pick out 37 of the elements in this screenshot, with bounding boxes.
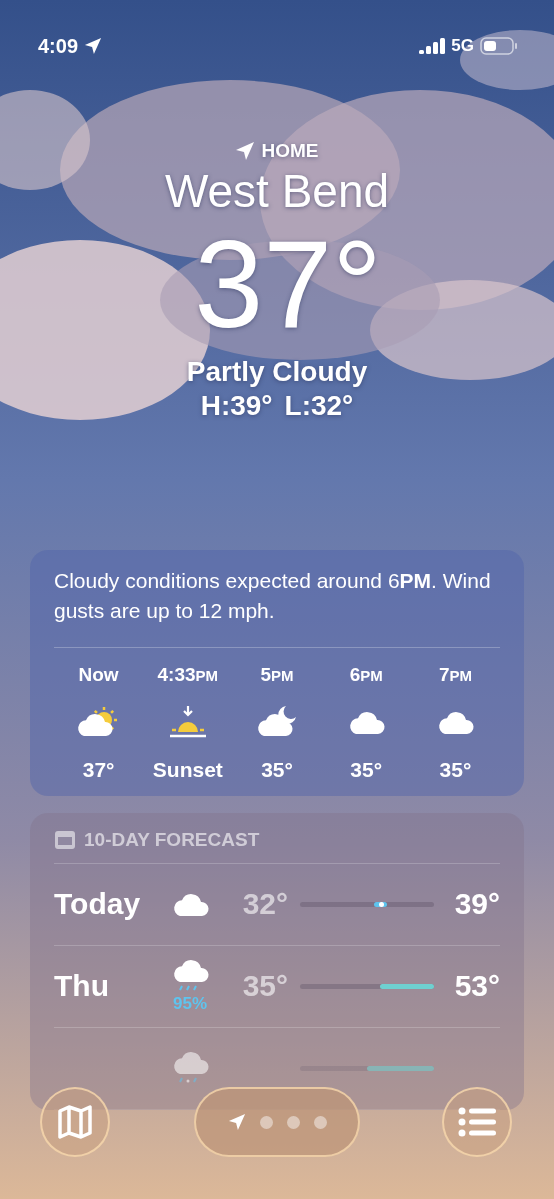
hour-label: 5PM (260, 663, 294, 686)
hour-label: 6PM (349, 663, 383, 686)
low-temperature: 35° (241, 969, 288, 1004)
battery-icon (480, 37, 518, 55)
low-temperature: 32° (241, 887, 288, 922)
map-icon (57, 1105, 93, 1139)
location-label: HOME (261, 140, 319, 162)
hour-value: 35° (439, 757, 472, 782)
location-arrow-icon (227, 1113, 246, 1131)
calendar-icon (54, 829, 76, 850)
precipitation-chance: 95% (173, 994, 207, 1015)
page-dot-icon (286, 1115, 300, 1129)
hour-value: 35° (261, 757, 293, 782)
network-type: 5G (451, 36, 474, 56)
hour-value: Sunset (152, 757, 223, 782)
page-dot-icon (259, 1115, 273, 1129)
current-temperature: 37° (194, 222, 382, 346)
hour-label: 4:33PM (157, 663, 219, 686)
forecast-summary: Cloudy conditions expected around 6PM. Wind gusts are up to 12 mph. (54, 550, 500, 648)
high-temperature: H:39° (200, 390, 273, 422)
list-icon (458, 1107, 496, 1137)
hour-value: 35° (350, 757, 383, 782)
page-dot-icon (313, 1115, 327, 1129)
hour-label: 7PM (438, 663, 472, 686)
day-name: Today (54, 887, 142, 922)
section-title: 10-DAY FORECAST (84, 828, 260, 851)
day-name: Thu (54, 969, 110, 1004)
high-temperature: 39° (453, 887, 500, 922)
high-temperature: 53° (453, 969, 500, 1004)
hour-value: 37° (82, 757, 115, 782)
city-name: West Bend (164, 164, 390, 218)
location-arrow-icon (235, 141, 256, 161)
signal-icon (419, 38, 446, 54)
low-temperature: L:32° (284, 390, 354, 422)
location-arrow-icon (84, 37, 103, 55)
hour-label: Now (78, 663, 119, 686)
status-time: 4:09 (38, 34, 79, 58)
